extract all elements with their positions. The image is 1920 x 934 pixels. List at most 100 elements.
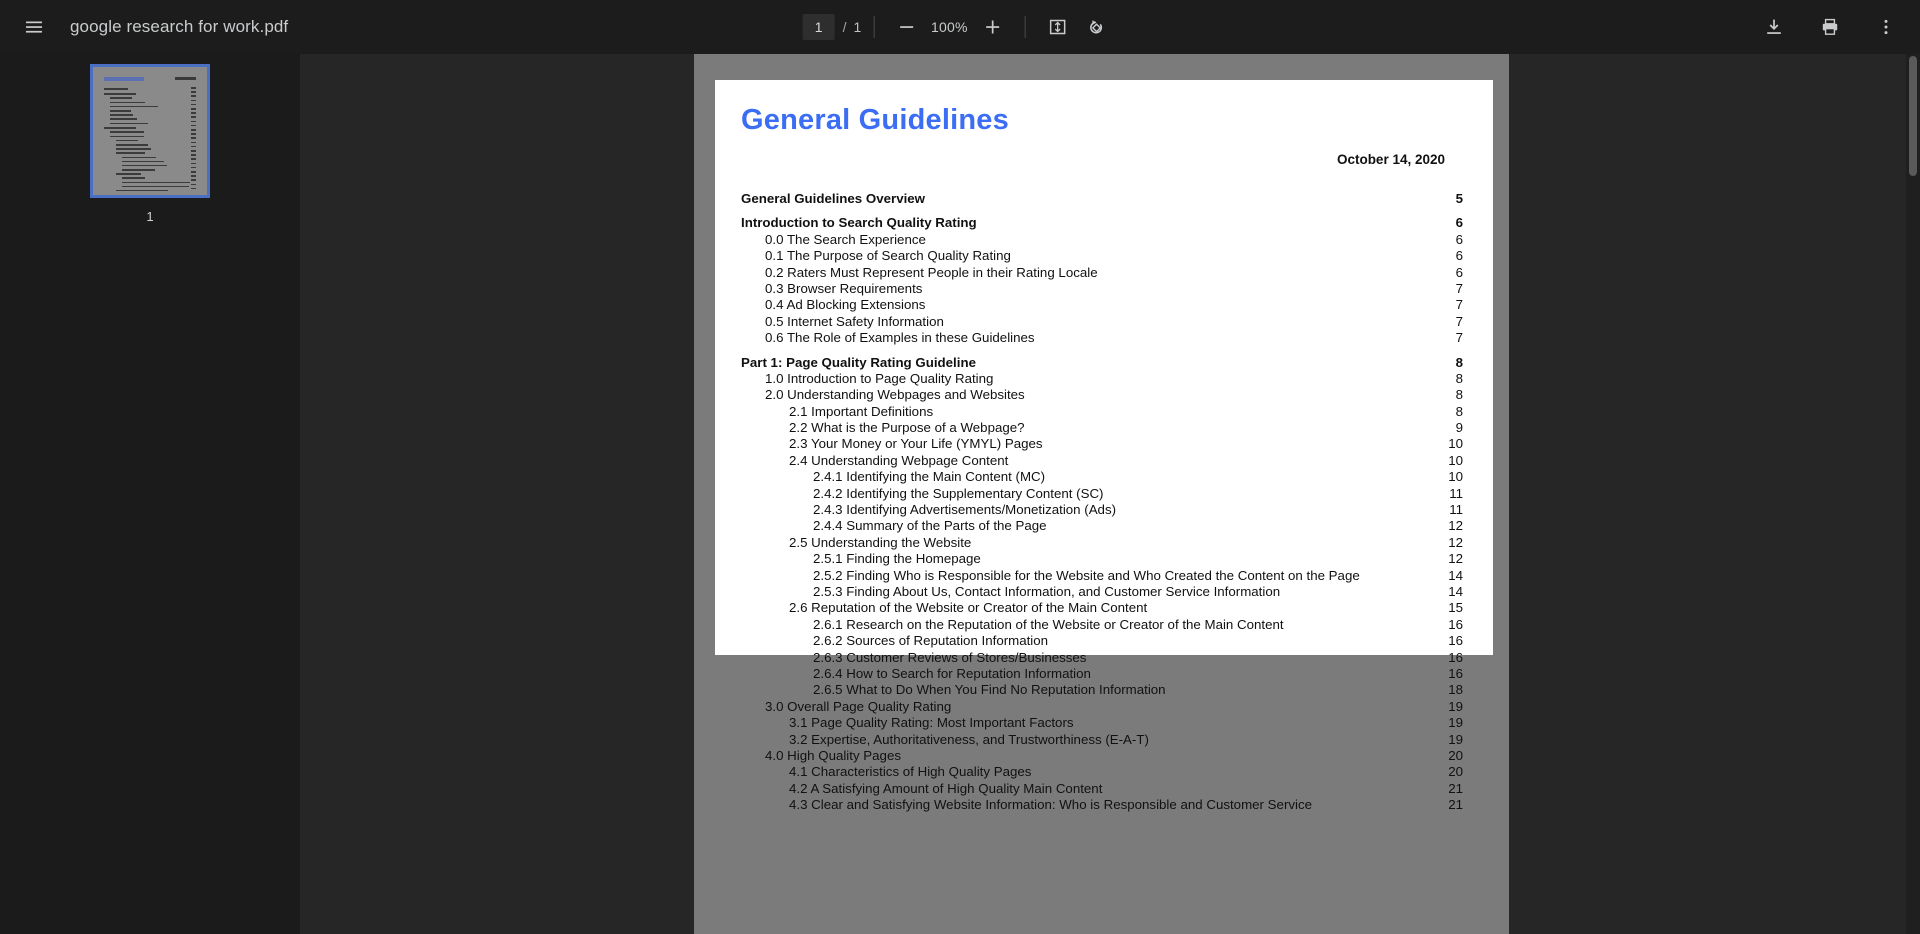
toc-row[interactable]: 2.5.2 Finding Who is Responsible for the… [741,568,1467,584]
toc-row[interactable]: 2.2 What is the Purpose of a Webpage? 9 [741,420,1467,436]
thumbnail-line [116,190,169,191]
toc-entry-page: 12 [1448,551,1463,567]
vertical-scrollbar-track[interactable] [1906,54,1920,934]
zoom-level-value[interactable]: 100% [926,19,972,35]
toc-row[interactable]: 2.4.4 Summary of the Parts of the Page 12 [741,518,1467,534]
toc-row[interactable]: Introduction to Search Quality Rating 6 [741,215,1467,231]
toc-entry-label: 2.4.3 Identifying Advertisements/Monetiz… [813,502,1117,518]
thumbnail-page-number-mark [191,116,196,118]
document-title: google research for work.pdf [70,17,289,36]
toc-row[interactable]: 0.4 Ad Blocking Extensions 7 [741,297,1467,313]
vertical-scrollbar-thumb[interactable] [1909,56,1917,176]
toc-row[interactable]: 3.1 Page Quality Rating: Most Important … [741,715,1467,731]
toc-entry-page: 7 [1455,313,1463,329]
toc-row[interactable]: 2.6.4 How to Search for Reputation Infor… [741,666,1467,682]
page-separator: / [842,19,847,35]
thumbnail-page-number-mark [191,133,196,135]
toc-entry-page: 21 [1448,797,1463,813]
thumbnail-page-number-mark [191,112,196,114]
toc-entry-page: 6 [1455,215,1463,231]
thumbnail-line [122,164,167,167]
rotate-button[interactable] [1077,7,1117,47]
toc-row[interactable]: 2.6.3 Customer Reviews of Stores/Busines… [741,655,1467,666]
toc-row[interactable]: 3.2 Expertise, Authoritativeness, and Tr… [741,732,1467,748]
toc-entry-label: 2.5.1 Finding the Homepage [813,551,981,567]
toc-entry-page: 7 [1455,280,1463,296]
toc-row[interactable]: 2.6.2 Sources of Reputation Information 1… [741,633,1467,649]
hamburger-menu-icon [26,21,42,33]
plus-icon [985,20,999,34]
toc-row[interactable]: 2.4.2 Identifying the Supplementary Cont… [741,486,1467,502]
toc-row[interactable]: 2.6 Reputation of the Website or Creator… [741,600,1467,616]
toc-entry-page: 21 [1448,780,1463,796]
toc-row[interactable]: 4.0 High Quality Pages 20 [741,748,1467,764]
toc-row[interactable]: 1.0 Introduction to Page Quality Rating 8 [741,371,1467,387]
toc-entry-page: 5 [1455,191,1463,206]
page-inner: General Guidelines October 14, 2020 Gene… [715,80,1493,655]
toc-entry-label: 4.2 A Satisfying Amount of High Quality … [789,780,1103,796]
thumbnail-page-number-mark [191,166,196,169]
toc-row[interactable]: General Guidelines Overview 5 [741,191,1467,207]
toc-entry-label: 2.6.3 Customer Reviews of Stores/Busines… [813,650,1086,655]
thumbnail-page-number-mark [191,95,196,97]
toc-row[interactable]: 2.6.5 What to Do When You Find No Reputa… [741,682,1467,698]
toc-row[interactable]: 2.6.3 Customer Reviews of Stores/Busines… [741,650,1467,655]
toc-row[interactable]: 0.2 Raters Must Represent People in thei… [741,265,1467,281]
zoom-in-button[interactable] [972,7,1012,47]
thumbnail-page-number-mark [191,99,196,102]
thumbnail-page-number-mark [191,171,196,173]
toc-row[interactable]: Part 1: Page Quality Rating Guideline 8 [741,355,1467,371]
toc-row[interactable]: 4.2 A Satisfying Amount of High Quality … [741,781,1467,797]
toc-row[interactable]: 2.4.3 Identifying Advertisements/Monetiz… [741,502,1467,518]
download-button[interactable] [1754,7,1794,47]
toc-row[interactable]: 2.5.1 Finding the Homepage 12 [741,551,1467,567]
toc-entry-page: 12 [1448,534,1463,550]
more-options-button[interactable] [1866,7,1906,47]
toc-row[interactable]: 0.0 The Search Experience 6 [741,232,1467,248]
toc-row[interactable]: 4.3 Clear and Satisfying Website Informa… [741,797,1467,813]
toc-row[interactable]: 0.5 Internet Safety Information 7 [741,314,1467,330]
toc-entry-label: 2.6.2 Sources of Reputation Information [813,633,1049,649]
print-button[interactable] [1810,7,1850,47]
toc-row[interactable]: 2.6.1 Research on the Reputation of the … [741,617,1467,633]
toc-row[interactable]: 2.5.3 Finding About Us, Contact Informat… [741,584,1467,600]
toc-row[interactable]: 2.4.1 Identifying the Main Content (MC) 1… [741,469,1467,485]
toc-entry-label: 3.1 Page Quality Rating: Most Important … [789,715,1074,731]
hamburger-menu-button[interactable] [14,7,54,47]
thumbnail-line [110,97,132,99]
toc-entry-page: 7 [1455,297,1463,313]
toc-row[interactable]: 0.3 Browser Requirements 7 [741,281,1467,297]
toc-row[interactable]: 4.1 Characteristics of High Quality Page… [741,764,1467,780]
zoom-out-button[interactable] [886,7,926,47]
toc-entry-page: 6 [1455,231,1463,247]
toc-row[interactable]: 3.0 Overall Page Quality Rating 19 [741,699,1467,715]
toc-entry-label: 0.3 Browser Requirements [765,280,923,296]
pdf-viewer-area[interactable]: General Guidelines October 14, 2020 Gene… [300,54,1920,934]
toc-entry-label: 0.0 The Search Experience [765,231,926,247]
toc-row[interactable]: 2.0 Understanding Webpages and Websites 8 [741,387,1467,403]
toc-entry-page: 7 [1455,330,1463,346]
page-number-input[interactable] [802,14,835,40]
fit-to-page-button[interactable] [1037,7,1077,47]
toc-entry-page: 8 [1455,387,1463,403]
thumbnail-preview [97,71,203,191]
toc-row[interactable]: 0.6 The Role of Examples in these Guidel… [741,330,1467,346]
toc-row[interactable]: 2.1 Important Definitions 8 [741,404,1467,420]
toc-row[interactable]: 2.5 Understanding the Website 12 [741,535,1467,551]
thumbnail-date-line [174,77,196,80]
page-thumbnail-1[interactable] [90,64,210,198]
fit-to-page-icon [1049,19,1066,35]
toc-row[interactable]: 0.1 The Purpose of Search Quality Rating… [741,248,1467,264]
thumbnail-line [116,173,142,175]
minus-icon [899,26,913,28]
toc-entry-label: 2.4.4 Summary of the Parts of the Page [813,518,1047,534]
thumbnail-page-number-mark [191,141,196,144]
toc-entry-label: 1.0 Introduction to Page Quality Rating [765,370,994,386]
toc-row[interactable]: 2.3 Your Money or Your Life (YMYL) Pages… [741,436,1467,452]
thumbnail-line [110,114,133,116]
toc-row[interactable]: 2.4 Understanding Webpage Content 10 [741,453,1467,469]
thumbnail-page-number-mark [191,108,196,110]
pdf-page-1[interactable]: General Guidelines October 14, 2020 Gene… [715,80,1493,655]
thumbnail-line [116,139,138,142]
thumbnail-item[interactable]: 1 [90,64,210,224]
